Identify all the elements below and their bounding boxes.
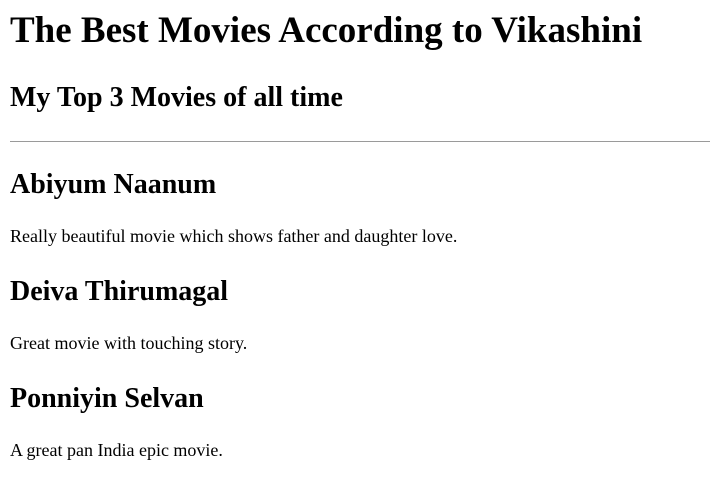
divider xyxy=(10,141,710,142)
movie-title: Abiyum Naanum xyxy=(10,169,217,200)
page-subtitle: My Top 3 Movies of all time xyxy=(10,82,343,113)
page: The Best Movies According to Vikashini M… xyxy=(0,0,710,480)
movie-description: Really beautiful movie which shows fathe… xyxy=(10,226,458,246)
movie-title: Ponniyin Selvan xyxy=(10,383,204,414)
movie-entry-3: Ponniyin Selvan A great pan India epic m… xyxy=(10,382,700,460)
movie-entry-2: Deiva Thirumagal Great movie with touchi… xyxy=(10,275,700,353)
page-title: The Best Movies According to Vikashini xyxy=(10,10,643,51)
movie-description: Great movie with touching story. xyxy=(10,333,248,353)
movie-title: Deiva Thirumagal xyxy=(10,276,229,307)
movie-description: A great pan India epic movie. xyxy=(10,440,223,460)
movie-entry-1: Abiyum Naanum Really beautiful movie whi… xyxy=(10,168,700,246)
